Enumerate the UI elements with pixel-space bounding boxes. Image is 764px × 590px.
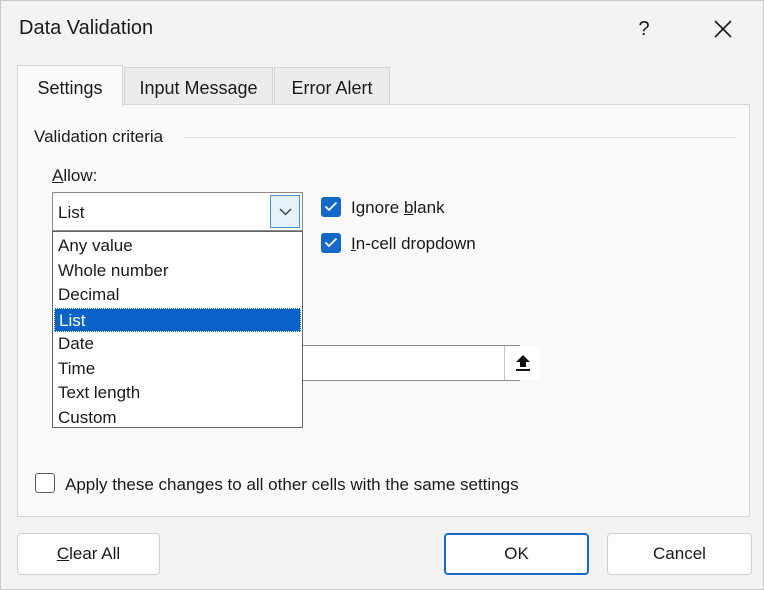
allow-dropdown-list[interactable]: Any value Whole number Decimal List Date…	[52, 231, 303, 428]
allow-selected-value: List	[58, 203, 85, 222]
source-input[interactable]	[303, 345, 520, 381]
clear-all-button[interactable]: Clear All	[17, 533, 160, 575]
cancel-button[interactable]: Cancel	[607, 533, 752, 575]
help-button[interactable]: ?	[626, 13, 662, 45]
chevron-down-icon	[279, 208, 292, 216]
option-any-value[interactable]: Any value	[54, 234, 301, 259]
collapse-dialog-button[interactable]	[504, 346, 540, 380]
apply-all-checkbox[interactable]	[35, 473, 55, 493]
settings-panel: Validation criteria Allow: List Any valu…	[17, 104, 750, 517]
tab-settings[interactable]: Settings	[17, 65, 123, 106]
checkmark-icon	[324, 201, 338, 212]
ignore-blank-checkbox[interactable]	[321, 197, 341, 217]
allow-combobox[interactable]: List	[52, 192, 303, 231]
data-validation-dialog: Data Validation ? Settings Input Message…	[0, 0, 764, 590]
in-cell-dropdown-label[interactable]: In-cell dropdown	[351, 234, 476, 254]
option-list[interactable]: List	[54, 307, 301, 332]
allow-dropdown-button[interactable]	[270, 195, 300, 228]
option-whole-number[interactable]: Whole number	[54, 259, 301, 284]
in-cell-dropdown-checkbox[interactable]	[321, 233, 341, 253]
option-date[interactable]: Date	[54, 332, 301, 357]
option-text-length[interactable]: Text length	[54, 381, 301, 406]
dialog-title: Data Validation	[19, 17, 154, 39]
ignore-blank-label[interactable]: Ignore blank	[351, 198, 445, 218]
title-bar: Data Validation ?	[1, 1, 764, 57]
validation-criteria-label: Validation criteria	[34, 127, 164, 146]
option-decimal[interactable]: Decimal	[54, 283, 301, 308]
allow-label: Allow:	[52, 166, 98, 185]
collapse-dialog-icon	[516, 355, 530, 371]
option-custom[interactable]: Custom	[54, 406, 301, 431]
tab-input-message[interactable]: Input Message	[124, 67, 273, 105]
close-icon	[714, 20, 732, 38]
apply-all-label[interactable]: Apply these changes to all other cells w…	[65, 475, 519, 495]
group-divider	[184, 137, 736, 138]
tab-error-alert[interactable]: Error Alert	[274, 67, 390, 105]
close-button[interactable]	[703, 13, 743, 45]
checkmark-icon	[324, 237, 338, 248]
option-time[interactable]: Time	[54, 357, 301, 382]
ok-button[interactable]: OK	[444, 533, 589, 575]
